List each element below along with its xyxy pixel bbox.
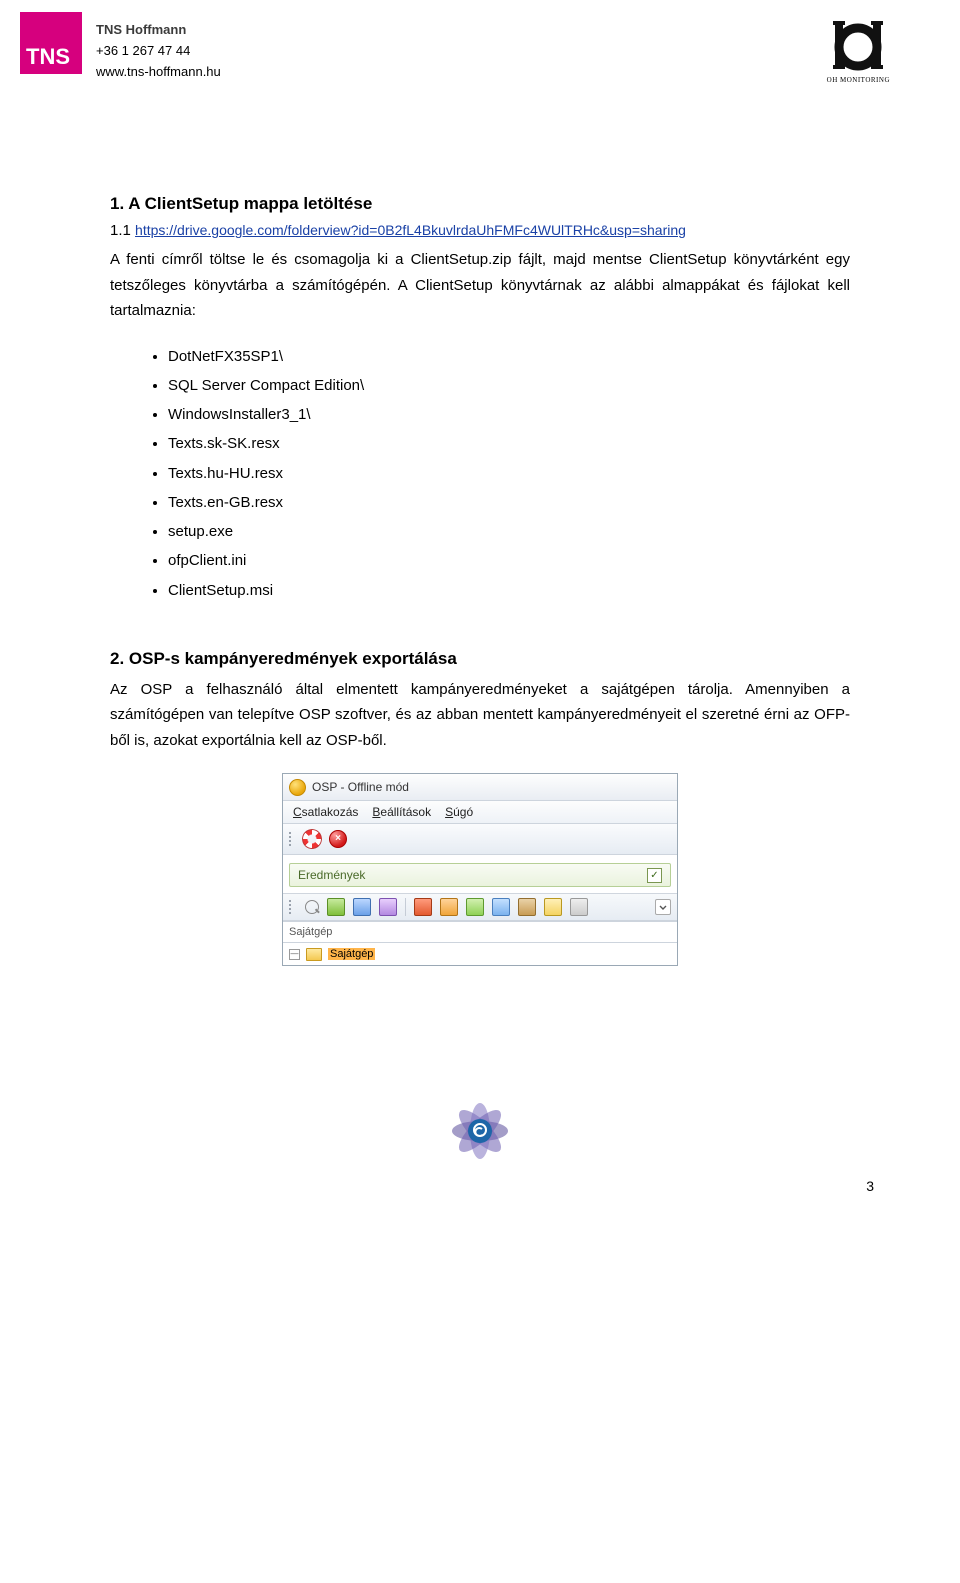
menu-settings-label: eállítások (380, 805, 431, 819)
flag-red-icon[interactable] (414, 898, 432, 916)
help-icon[interactable] (301, 828, 323, 850)
lock-icon[interactable] (544, 898, 562, 916)
list-item: ClientSetup.msi (168, 576, 850, 605)
list-item: SQL Server Compact Edition\ (168, 371, 850, 400)
search-icon[interactable] (305, 900, 319, 914)
oh-logo (829, 20, 887, 72)
results-label: Eredmények (298, 868, 365, 882)
file-list: DotNetFX35SP1\ SQL Server Compact Editio… (110, 342, 850, 605)
list-item: Texts.en-GB.resx (168, 488, 850, 517)
menubar: Csatlakozás Beállítások Súgó (283, 801, 677, 824)
section1-title: 1. A ClientSetup mappa letöltése (110, 194, 850, 214)
company-phone: +36 1 267 47 44 (96, 41, 221, 62)
company-name: TNS Hoffmann (96, 20, 221, 41)
section2-paragraph: Az OSP a felhasználó által elmentett kam… (110, 677, 850, 754)
export-blue-icon[interactable] (492, 898, 510, 916)
window-title: OSP - Offline mód (312, 780, 409, 794)
toolbar-top: × (283, 824, 677, 855)
doc-blue-icon[interactable] (353, 898, 371, 916)
menu-settings[interactable]: Beállítások (372, 805, 431, 819)
list-item: Texts.sk-SK.resx (168, 429, 850, 458)
menu-help-label: úgó (453, 805, 473, 819)
copy-icon[interactable] (570, 898, 588, 916)
results-checkbox[interactable]: ✓ (647, 868, 662, 883)
close-icon[interactable]: × (327, 828, 349, 850)
list-item: ofpClient.ini (168, 546, 850, 575)
grip-icon (289, 900, 295, 914)
section2-title: 2. OSP-s kampányeredmények exportálása (110, 649, 850, 669)
footer: 3 (110, 1096, 850, 1196)
grip-icon (289, 832, 295, 846)
folder-icon (306, 948, 322, 961)
dropdown-icon[interactable] (655, 899, 671, 915)
osp-window: OSP - Offline mód Csatlakozás Beállításo… (282, 773, 678, 966)
section1-subprefix: 1.1 (110, 222, 135, 239)
list-item: Texts.hu-HU.resx (168, 459, 850, 488)
download-link[interactable]: https://drive.google.com/folderview?id=0… (135, 222, 686, 238)
page-number: 3 (866, 1178, 874, 1194)
doc-green-icon[interactable] (327, 898, 345, 916)
app-icon (289, 779, 306, 796)
export-green-icon[interactable] (466, 898, 484, 916)
oh-caption: OH MONITORING (827, 76, 890, 84)
footer-spiral-icon (445, 1096, 515, 1166)
path-input[interactable]: Sajátgép (283, 921, 677, 943)
header: TNS TNS Hoffmann +36 1 267 47 44 www.tns… (110, 20, 850, 84)
tree-toggle-icon[interactable]: — (289, 949, 300, 960)
list-item: DotNetFX35SP1\ (168, 342, 850, 371)
section1-paragraph: A fenti címről töltse le és csomagolja k… (110, 247, 850, 324)
menu-connect[interactable]: Csatlakozás (293, 805, 358, 819)
list-item: WindowsInstaller3_1\ (168, 400, 850, 429)
box-brown-icon[interactable] (518, 898, 536, 916)
menu-connect-label: satlakozás (302, 805, 359, 819)
titlebar: OSP - Offline mód (283, 774, 677, 801)
toolbar-results (283, 893, 677, 921)
flag-orange-icon[interactable] (440, 898, 458, 916)
tree-node-label: Sajátgép (328, 948, 375, 960)
doc-purple-icon[interactable] (379, 898, 397, 916)
menu-help[interactable]: Súgó (445, 805, 473, 819)
tree-row[interactable]: — Sajátgép (283, 943, 677, 965)
results-panel-header[interactable]: Eredmények ✓ (289, 863, 671, 887)
tns-logo: TNS (20, 12, 82, 74)
list-item: setup.exe (168, 517, 850, 546)
company-site: www.tns-hoffmann.hu (96, 62, 221, 83)
